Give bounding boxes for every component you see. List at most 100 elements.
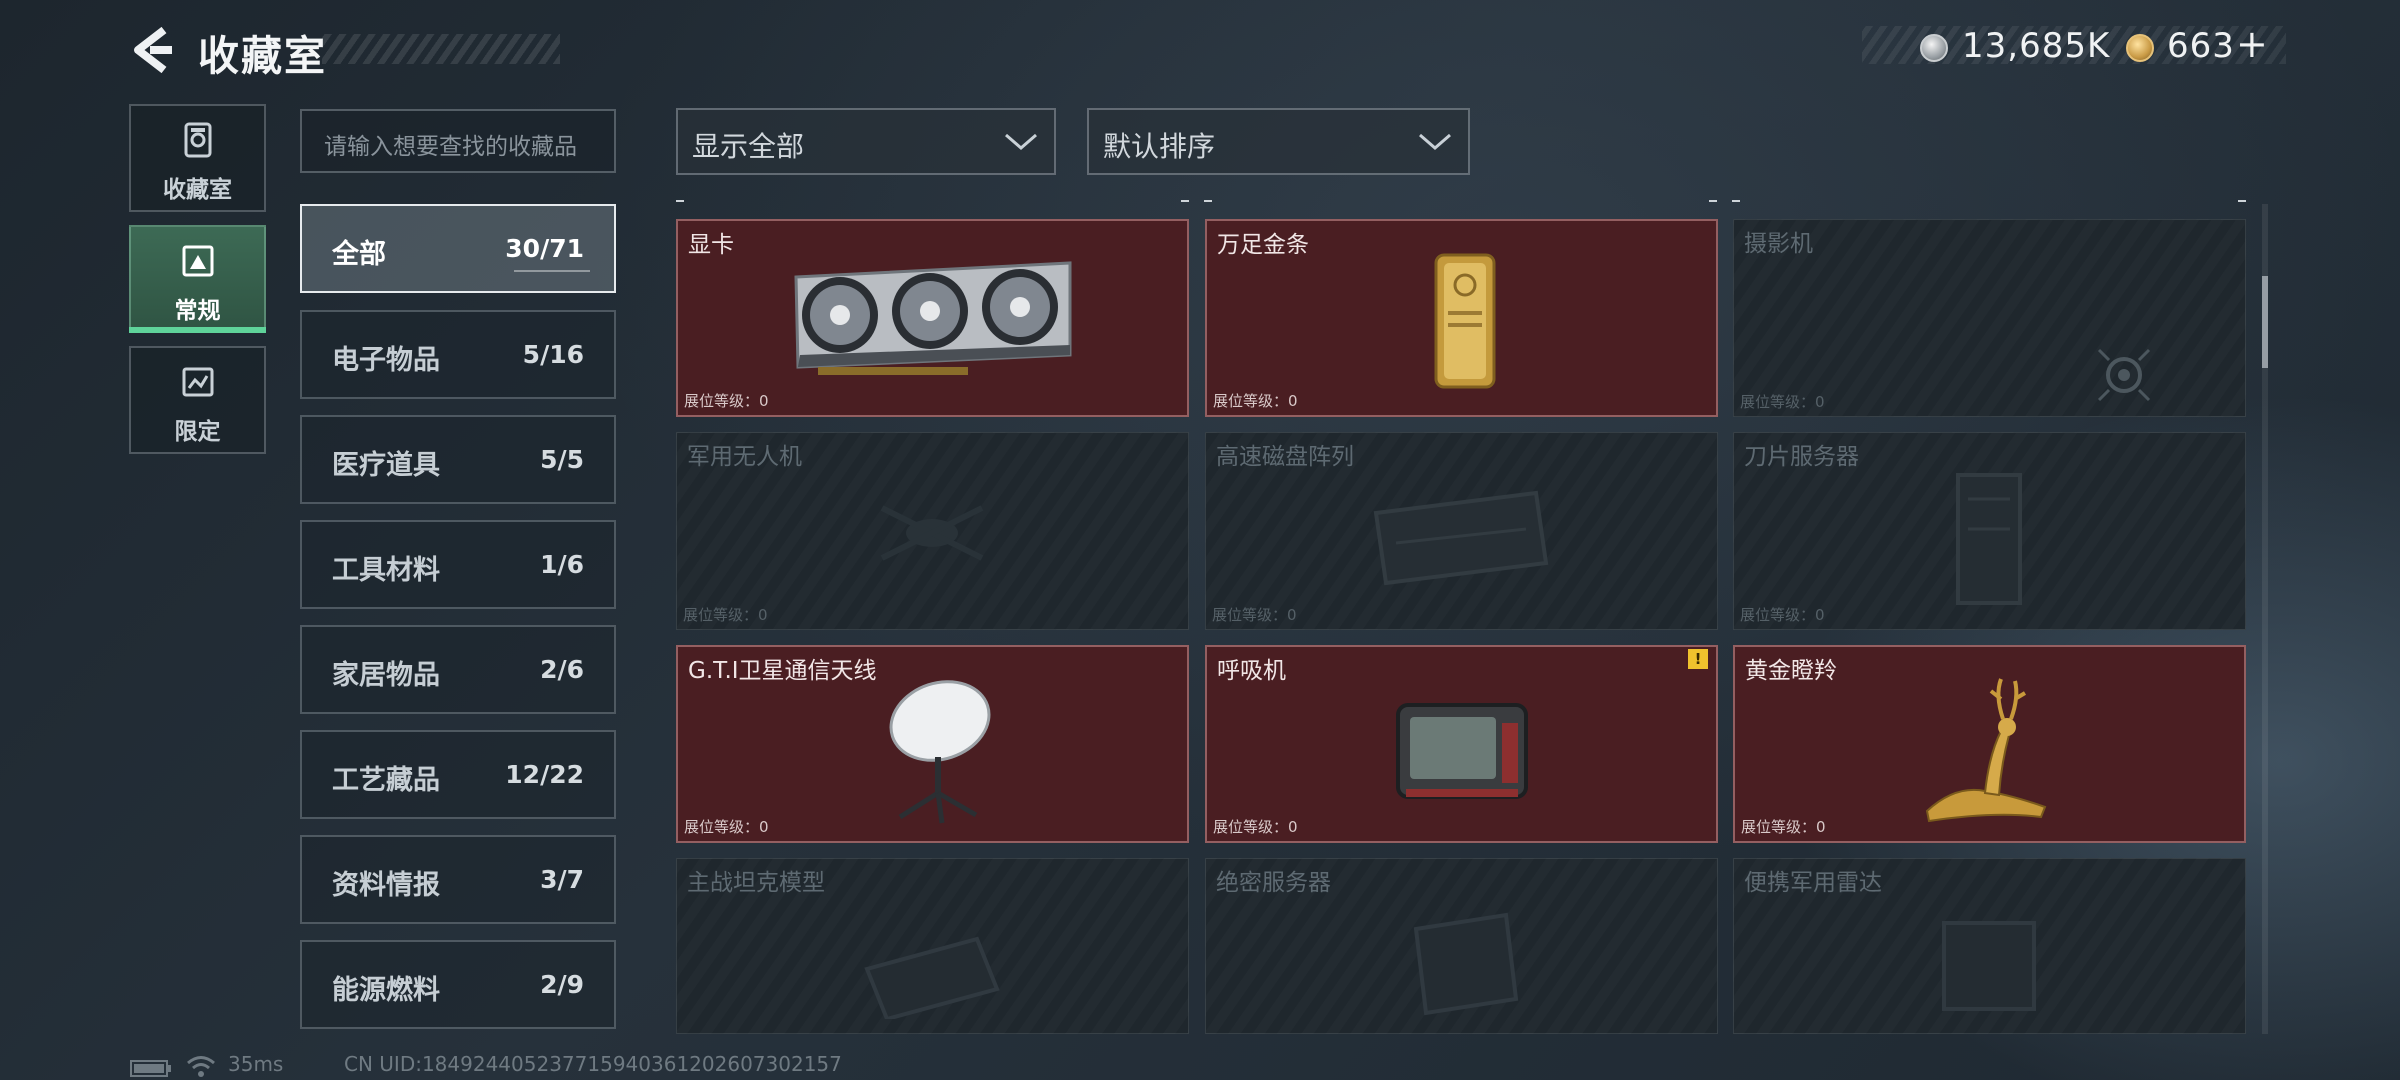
chevron-down-icon [1005,133,1037,150]
gold-amount: 663 [2167,26,2235,66]
category-name: 资料情报 [332,870,440,901]
category-count: 5/16 [522,340,584,369]
booth-level: 展位等级：0 [684,392,769,410]
item-name: 黄金瞪羚 [1745,658,1837,684]
silver-coin-icon [1920,34,1948,62]
chevron-down-icon [1419,133,1451,150]
category-name: 电子物品 [332,345,440,376]
item-name: 军用无人机 [687,444,802,470]
user-uid: CN UID:1849244052377159403612026073021​5… [344,1052,842,1076]
back-arrow-icon [134,26,172,74]
drone-icon [880,505,984,561]
item-name: 绝密服务器 [1216,870,1331,896]
category-medical[interactable]: 医疗道具 5/5 [300,415,616,504]
booth-level: 展位等级：0 [1213,818,1298,836]
nav-collection-room[interactable]: 收藏室 [129,104,266,212]
collectible-card-blade-server[interactable]: 刀片服务器 展位等级：0 [1733,432,2246,630]
display-filter-dropdown[interactable]: 显示全部 [676,108,1056,175]
category-name: 工艺藏品 [332,765,440,796]
category-count: 12/22 [505,760,584,789]
collection-room-icon [184,122,211,158]
category-name: 家居物品 [332,660,440,691]
wifi-icon [187,1056,215,1077]
item-name: 显卡 [688,232,734,258]
category-name: 医疗道具 [332,450,440,481]
category-energy[interactable]: 能源燃料 2/9 [300,940,616,1029]
title-decoration [322,34,560,64]
dropdown-value: 默认排序 [1103,130,1216,163]
item-name: 万足金条 [1217,232,1309,258]
disk-array-icon [1373,490,1549,586]
gold-gazelle-icon [1925,678,2047,823]
category-name: 工具材料 [332,555,440,586]
ventilator-icon [1396,703,1528,799]
add-currency-button[interactable]: + [2236,22,2269,66]
category-name: 能源燃料 [332,975,440,1006]
blade-server-icon [1956,473,2022,605]
gold-coin-icon [2126,34,2154,62]
scrollbar-thumb[interactable] [2262,276,2268,368]
category-electronics[interactable]: 电子物品 5/16 [300,310,616,399]
ping-value: 35ms [228,1052,284,1076]
category-intel[interactable]: 资料情报 3/7 [300,835,616,924]
battery-icon [130,1060,171,1077]
item-name: 摄影机 [1744,231,1813,257]
collectible-card-drone[interactable]: 军用无人机 展位等级：0 [676,432,1189,630]
satellite-dish-icon [889,680,991,824]
booth-level: 展位等级：0 [1212,606,1297,624]
collectible-card-gold-bar[interactable]: 万足金条 展位等级：0 [1205,219,1718,417]
item-name: 刀片服务器 [1744,444,1859,470]
collectible-card-gold-gazelle[interactable]: 黄金瞪羚 展位等级：0 [1733,645,2246,843]
category-count: 1/6 [540,550,584,579]
category-name: 全部 [332,239,386,270]
back-button[interactable] [128,24,176,76]
category-crafts[interactable]: 工艺藏品 12/22 [300,730,616,819]
regular-icon [182,245,213,277]
count-underline [514,270,590,272]
booth-level: 展位等级：0 [1741,818,1826,836]
collectible-card-gpu[interactable]: 显卡 展位等级：0 [676,219,1189,417]
item-name: 主战坦克模型 [687,870,825,896]
nav-label: 收藏室 [163,177,232,203]
portable-radar-icon [1942,921,2036,1011]
booth-level: 展位等级：0 [1740,606,1825,624]
booth-level: 展位等级：0 [683,606,768,624]
nav-regular[interactable]: 常规 [129,225,266,333]
dropdown-value: 显示全部 [692,130,805,163]
item-name: G.T.I卫星通信天线 [688,658,877,684]
booth-level: 展位等级：0 [684,818,769,836]
collectible-card-satellite-antenna[interactable]: G.T.I卫星通信天线 展位等级：0 [676,645,1189,843]
item-name: 高速磁盘阵列 [1216,444,1354,470]
category-count: 2/9 [540,970,584,999]
collectible-card-ventilator[interactable]: 呼吸机 ! 展位等级：0 [1205,645,1718,843]
camera-icon [2097,348,2151,402]
collectible-card-camera[interactable]: 摄影机 展位等级：0 [1733,219,2246,417]
category-count: 30/71 [505,234,584,263]
grid-top-ticks [676,200,2246,206]
collectible-card-disk-array[interactable]: 高速磁盘阵列 展位等级：0 [1205,432,1718,630]
category-count: 3/7 [540,865,584,894]
nav-label: 常规 [174,298,221,324]
tank-model-icon [864,936,1000,1019]
category-all[interactable]: 全部 30/71 [300,204,616,293]
item-name: 呼吸机 [1217,658,1286,684]
collectible-card-tank-model[interactable]: 主战坦克模型 [676,858,1189,1034]
warning-icon: ! [1688,649,1708,669]
collectible-card-portable-radar[interactable]: 便携军用雷达 [1733,858,2246,1034]
category-tools[interactable]: 工具材料 1/6 [300,520,616,609]
secret-server-icon [1413,912,1519,1016]
category-household[interactable]: 家居物品 2/6 [300,625,616,714]
booth-level: 展位等级：0 [1213,392,1298,410]
silver-amount: 13,685K [1962,26,2111,66]
nav-label: 限定 [174,419,221,445]
item-name: 便携军用雷达 [1744,870,1882,896]
nav-limited[interactable]: 限定 [129,346,266,454]
booth-level: 展位等级：0 [1740,393,1825,411]
gold-bar-icon [1434,253,1496,389]
search-input[interactable]: 请输入想要查找的收藏品 [300,109,616,173]
limited-icon [182,367,213,397]
page-title: 收藏室 [198,32,327,80]
sort-dropdown[interactable]: 默认排序 [1087,108,1470,175]
collectible-card-secret-server[interactable]: 绝密服务器 [1205,858,1718,1034]
category-count: 5/5 [540,445,584,474]
